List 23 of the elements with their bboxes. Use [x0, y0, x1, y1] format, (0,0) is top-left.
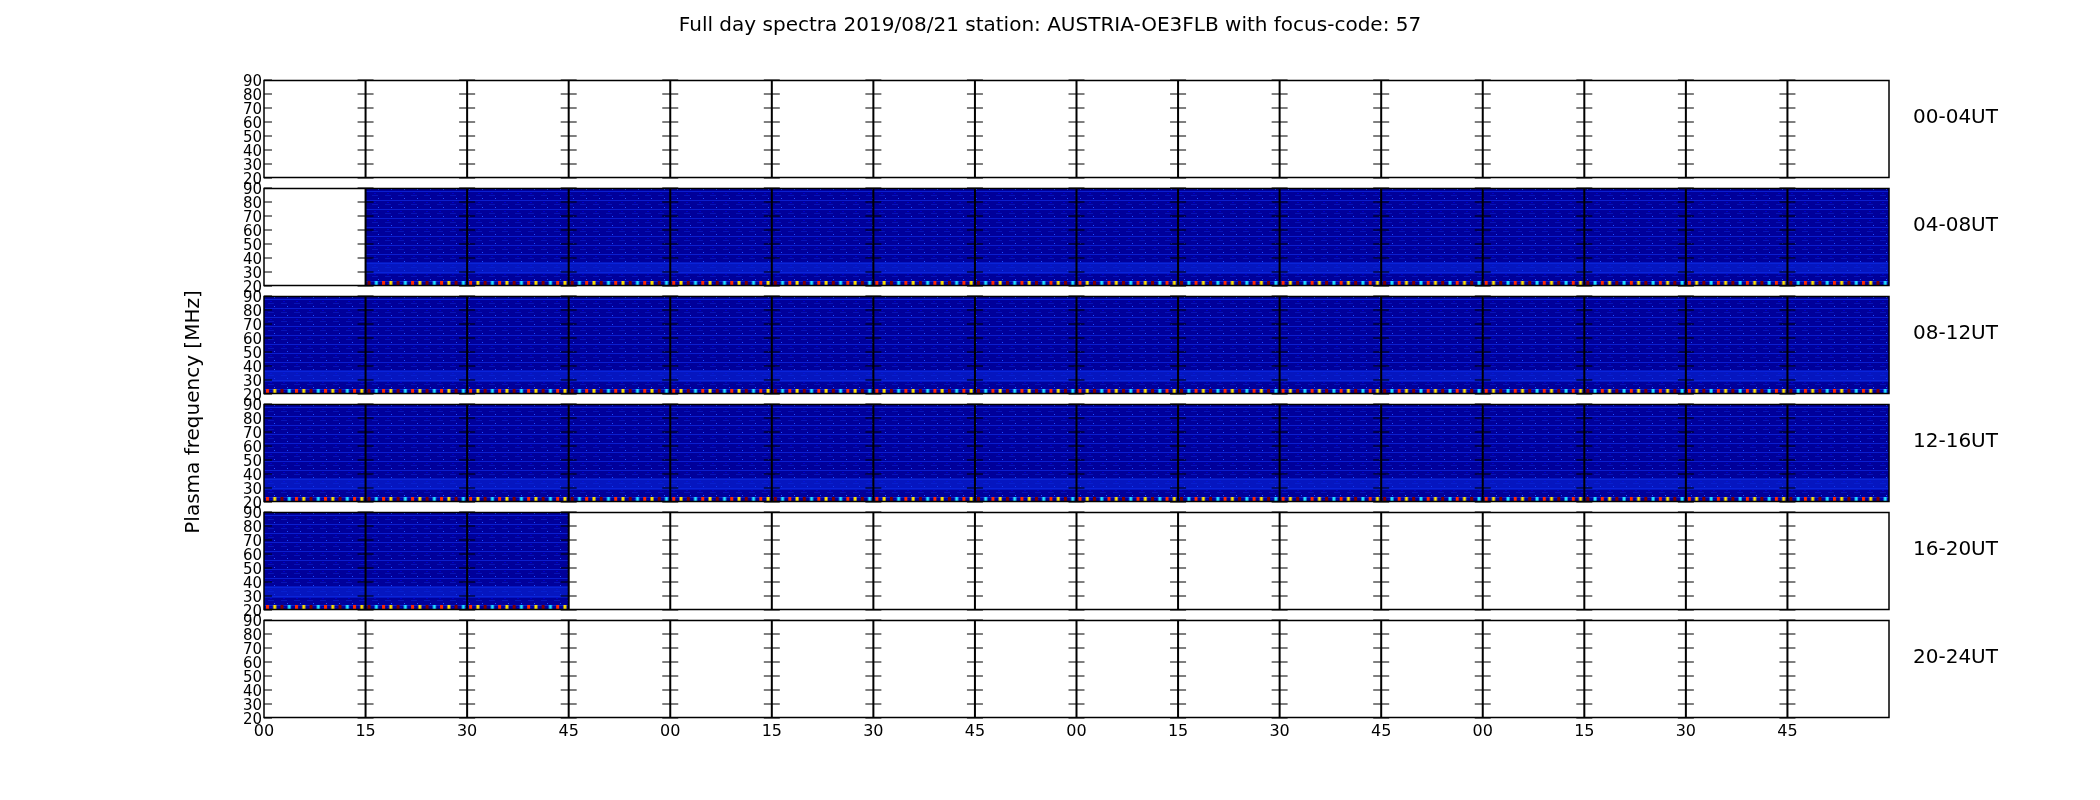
x-tick-label: 45	[1371, 721, 1392, 740]
x-tick-label: 15	[1167, 721, 1189, 740]
time-range-label: 00-04UT	[1912, 103, 1999, 128]
x-tick-label: 00	[1066, 721, 1087, 740]
x-tick-label: 15	[1574, 721, 1595, 740]
x-tick-label: 45	[558, 721, 579, 740]
time-range-label: 08-12UT	[1912, 319, 1999, 344]
x-tick-label: 15	[355, 721, 376, 740]
x-tick-label: 30	[1675, 721, 1697, 740]
x-tick-label: 45	[1777, 721, 1798, 740]
x-tick-label: 30	[456, 721, 478, 740]
time-range-label: 20-24UT	[1912, 643, 1999, 668]
x-tick-label: 00	[660, 721, 681, 740]
figure-title: Full day spectra 2019/08/21 station: AUSTRIA-OE3FLB with focus-code: 57	[678, 12, 1422, 36]
x-tick-label: 15	[761, 721, 782, 740]
time-range-label: 16-20UT	[1912, 535, 1999, 560]
x-tick-label: 45	[964, 721, 986, 740]
y-axis-label: Plasma frequency [MHz]	[180, 290, 204, 534]
time-range-label: 12-16UT	[1912, 427, 1999, 452]
x-tick-label: 00	[1472, 721, 1493, 740]
x-tick-label: 30	[863, 721, 884, 740]
time-range-label: 04-08UT	[1912, 211, 1999, 236]
x-tick-label: 30	[1269, 721, 1290, 740]
